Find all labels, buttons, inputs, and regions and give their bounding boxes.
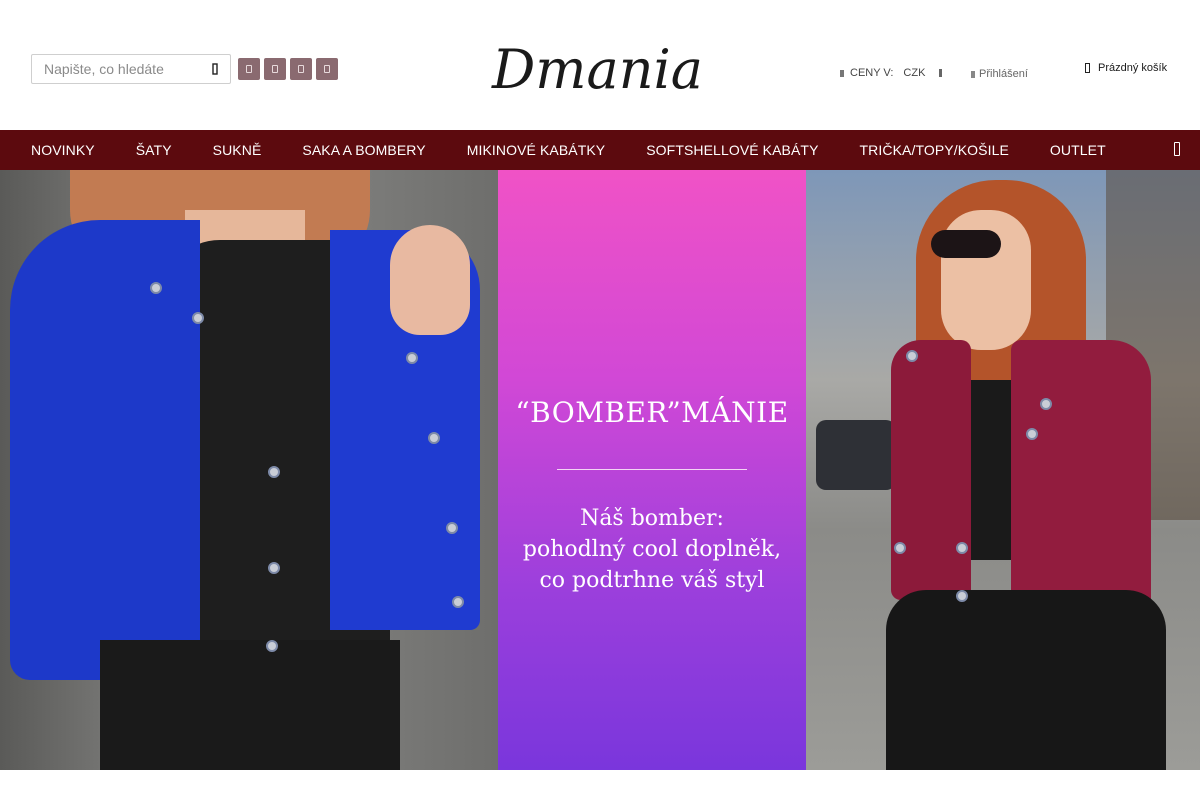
nav-item-saty[interactable]: ŠATY xyxy=(136,142,172,158)
promo-line-1: Náš bomber: xyxy=(580,506,724,531)
nav-item-novinky[interactable]: NOVINKY xyxy=(31,142,95,158)
social-links xyxy=(238,58,338,80)
jacket-button xyxy=(428,432,440,444)
search-box xyxy=(31,54,231,84)
model-hand xyxy=(390,225,470,335)
jacket-button xyxy=(956,590,968,602)
search-input[interactable] xyxy=(32,55,204,83)
nav-item-saka-a-bombery[interactable]: SAKA A BOMBERY xyxy=(302,142,425,158)
jacket-button xyxy=(192,312,204,324)
logo-graphic: Dmania xyxy=(491,38,703,101)
user-icon xyxy=(971,70,975,78)
promo-divider xyxy=(557,469,747,470)
pinterest-icon[interactable] xyxy=(316,58,338,80)
promo-panel: “BOMBER”MÁNIE Náš bomber: pohodlný cool … xyxy=(498,170,806,770)
burgundy-jacket-left xyxy=(891,340,971,600)
nav-item-sukne[interactable]: SUKNĚ xyxy=(213,142,262,158)
main-navigation: NOVINKY ŠATY SUKNĚ SAKA A BOMBERY MIKINO… xyxy=(0,130,1200,170)
jacket-button xyxy=(268,562,280,574)
cart-icon xyxy=(1085,63,1090,73)
chevron-down-icon xyxy=(939,69,943,77)
login-label: Přihlášení xyxy=(979,68,1028,80)
jacket-button xyxy=(268,466,280,478)
site-header: Dmania CENY V: CZK Přihlášení Prázdný ko… xyxy=(0,0,1200,130)
sunglasses xyxy=(931,230,1001,258)
model-black-skirt xyxy=(886,590,1166,770)
nav-item-tricka-topy-kosile[interactable]: TRIČKA/TOPY/KOŠILE xyxy=(860,142,1009,158)
site-logo[interactable]: Dmania xyxy=(490,30,712,101)
jacket-button xyxy=(150,282,162,294)
cart-label: Prázdný košík xyxy=(1098,62,1168,74)
jacket-button xyxy=(1026,428,1038,440)
prices-label: CENY V: xyxy=(850,67,894,79)
tag-icon xyxy=(840,69,844,77)
nav-list: NOVINKY ŠATY SUKNĚ SAKA A BOMBERY MIKINO… xyxy=(31,130,1106,170)
currency-selector[interactable]: CENY V: CZK xyxy=(840,67,943,79)
background-car xyxy=(816,420,896,490)
hero-banner[interactable]: “BOMBER”MÁNIE Náš bomber: pohodlný cool … xyxy=(0,170,1200,770)
nav-item-softshellove-kabaty[interactable]: SOFTSHELLOVÉ KABÁTY xyxy=(646,142,818,158)
jacket-button xyxy=(446,522,458,534)
youtube-icon[interactable] xyxy=(290,58,312,80)
hero-photo-blue-bomber xyxy=(0,170,498,770)
search-icon[interactable] xyxy=(1174,142,1180,156)
jacket-button xyxy=(266,640,278,652)
jacket-button xyxy=(894,542,906,554)
instagram-icon[interactable] xyxy=(264,58,286,80)
jacket-button xyxy=(956,542,968,554)
cart-link[interactable]: Prázdný košík xyxy=(1085,62,1167,74)
jacket-button xyxy=(1040,398,1052,410)
blue-jacket-left xyxy=(10,220,200,680)
jacket-button xyxy=(406,352,418,364)
promo-text: Náš bomber: pohodlný cool doplněk, co po… xyxy=(498,503,806,596)
logo-text: Dmania xyxy=(491,38,703,100)
jacket-button xyxy=(452,596,464,608)
nav-item-mikinove-kabatky[interactable]: MIKINOVÉ KABÁTKY xyxy=(467,142,606,158)
search-icon[interactable] xyxy=(208,62,222,76)
promo-line-3: co podtrhne váš styl xyxy=(539,568,765,593)
currency-value: CZK xyxy=(903,67,926,79)
model-black-skirt xyxy=(100,640,400,770)
promo-line-2: pohodlný cool doplněk, xyxy=(522,537,782,562)
nav-item-outlet[interactable]: OUTLET xyxy=(1050,142,1106,158)
promo-title: “BOMBER”MÁNIE xyxy=(515,396,789,429)
hero-photo-burgundy-bomber xyxy=(806,170,1200,770)
login-link[interactable]: Přihlášení xyxy=(971,68,1028,80)
facebook-icon[interactable] xyxy=(238,58,260,80)
burgundy-jacket-right xyxy=(1011,340,1151,620)
jacket-button xyxy=(906,350,918,362)
